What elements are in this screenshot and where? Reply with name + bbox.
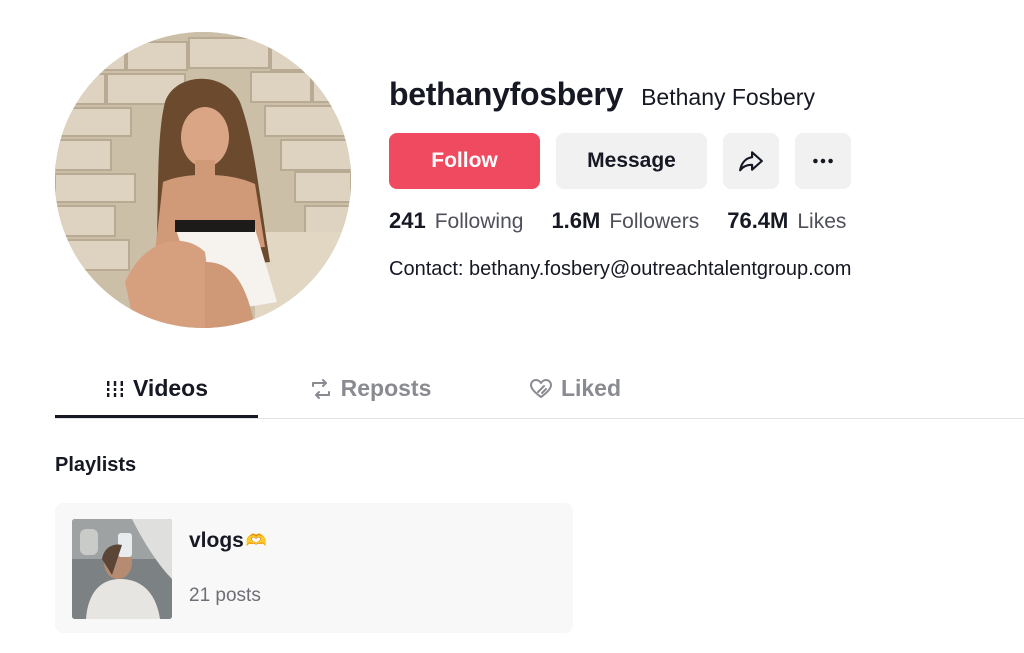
- tab-liked[interactable]: Liked: [510, 360, 640, 417]
- more-icon: [813, 158, 833, 164]
- profile-names: bethanyfosbery Bethany Fosbery: [389, 76, 815, 113]
- playlist-title: vlogs: [189, 529, 244, 552]
- followers-count: 1.6M: [551, 208, 601, 233]
- playlist-thumbnail: [72, 519, 172, 619]
- avatar-image: [55, 32, 351, 328]
- playlists-heading: Playlists: [55, 454, 137, 476]
- tab-videos-label: Videos: [133, 375, 208, 401]
- tab-liked-label: Liked: [560, 375, 622, 401]
- follow-button[interactable]: Follow: [389, 133, 540, 189]
- tab-reposts[interactable]: Reposts: [290, 360, 450, 417]
- tab-reposts-label: Reposts: [340, 375, 432, 401]
- following-stat[interactable]: 241 Following: [389, 208, 523, 234]
- share-icon: [739, 151, 763, 172]
- playlist-card[interactable]: vlogs 🫶 21 posts: [55, 503, 573, 633]
- liked-icon: [529, 377, 553, 401]
- following-count: 241: [389, 208, 426, 233]
- share-button[interactable]: [723, 133, 779, 189]
- followers-stat[interactable]: 1.6M Followers: [551, 208, 699, 234]
- more-button[interactable]: [795, 133, 851, 189]
- nickname: Bethany Fosbery: [641, 84, 815, 110]
- likes-count: 76.4M: [727, 208, 789, 233]
- grid-icon: [105, 379, 125, 399]
- profile-tabs: Videos Reposts Liked: [55, 360, 1024, 419]
- profile-avatar[interactable]: [55, 32, 351, 328]
- repost-icon: [309, 377, 333, 401]
- profile-stats: 241 Following 1.6M Followers 76.4M Likes: [389, 208, 874, 234]
- likes-label: Likes: [797, 210, 847, 233]
- profile-actions: Follow Message: [389, 133, 851, 189]
- followers-label: Followers: [609, 210, 700, 233]
- tab-videos[interactable]: Videos: [55, 360, 258, 417]
- profile-bio: Contact: bethany.fosbery@outreachtalentg…: [389, 258, 852, 280]
- heart-hands-emoji: 🫶: [245, 531, 268, 550]
- username: bethanyfosbery: [389, 76, 624, 112]
- playlist-post-count: 21 posts: [189, 585, 261, 606]
- likes-stat: 76.4M Likes: [727, 208, 846, 234]
- message-button[interactable]: Message: [556, 133, 707, 189]
- following-label: Following: [434, 210, 524, 233]
- playlist-name: vlogs 🫶: [189, 529, 267, 553]
- active-tab-indicator: [55, 415, 258, 418]
